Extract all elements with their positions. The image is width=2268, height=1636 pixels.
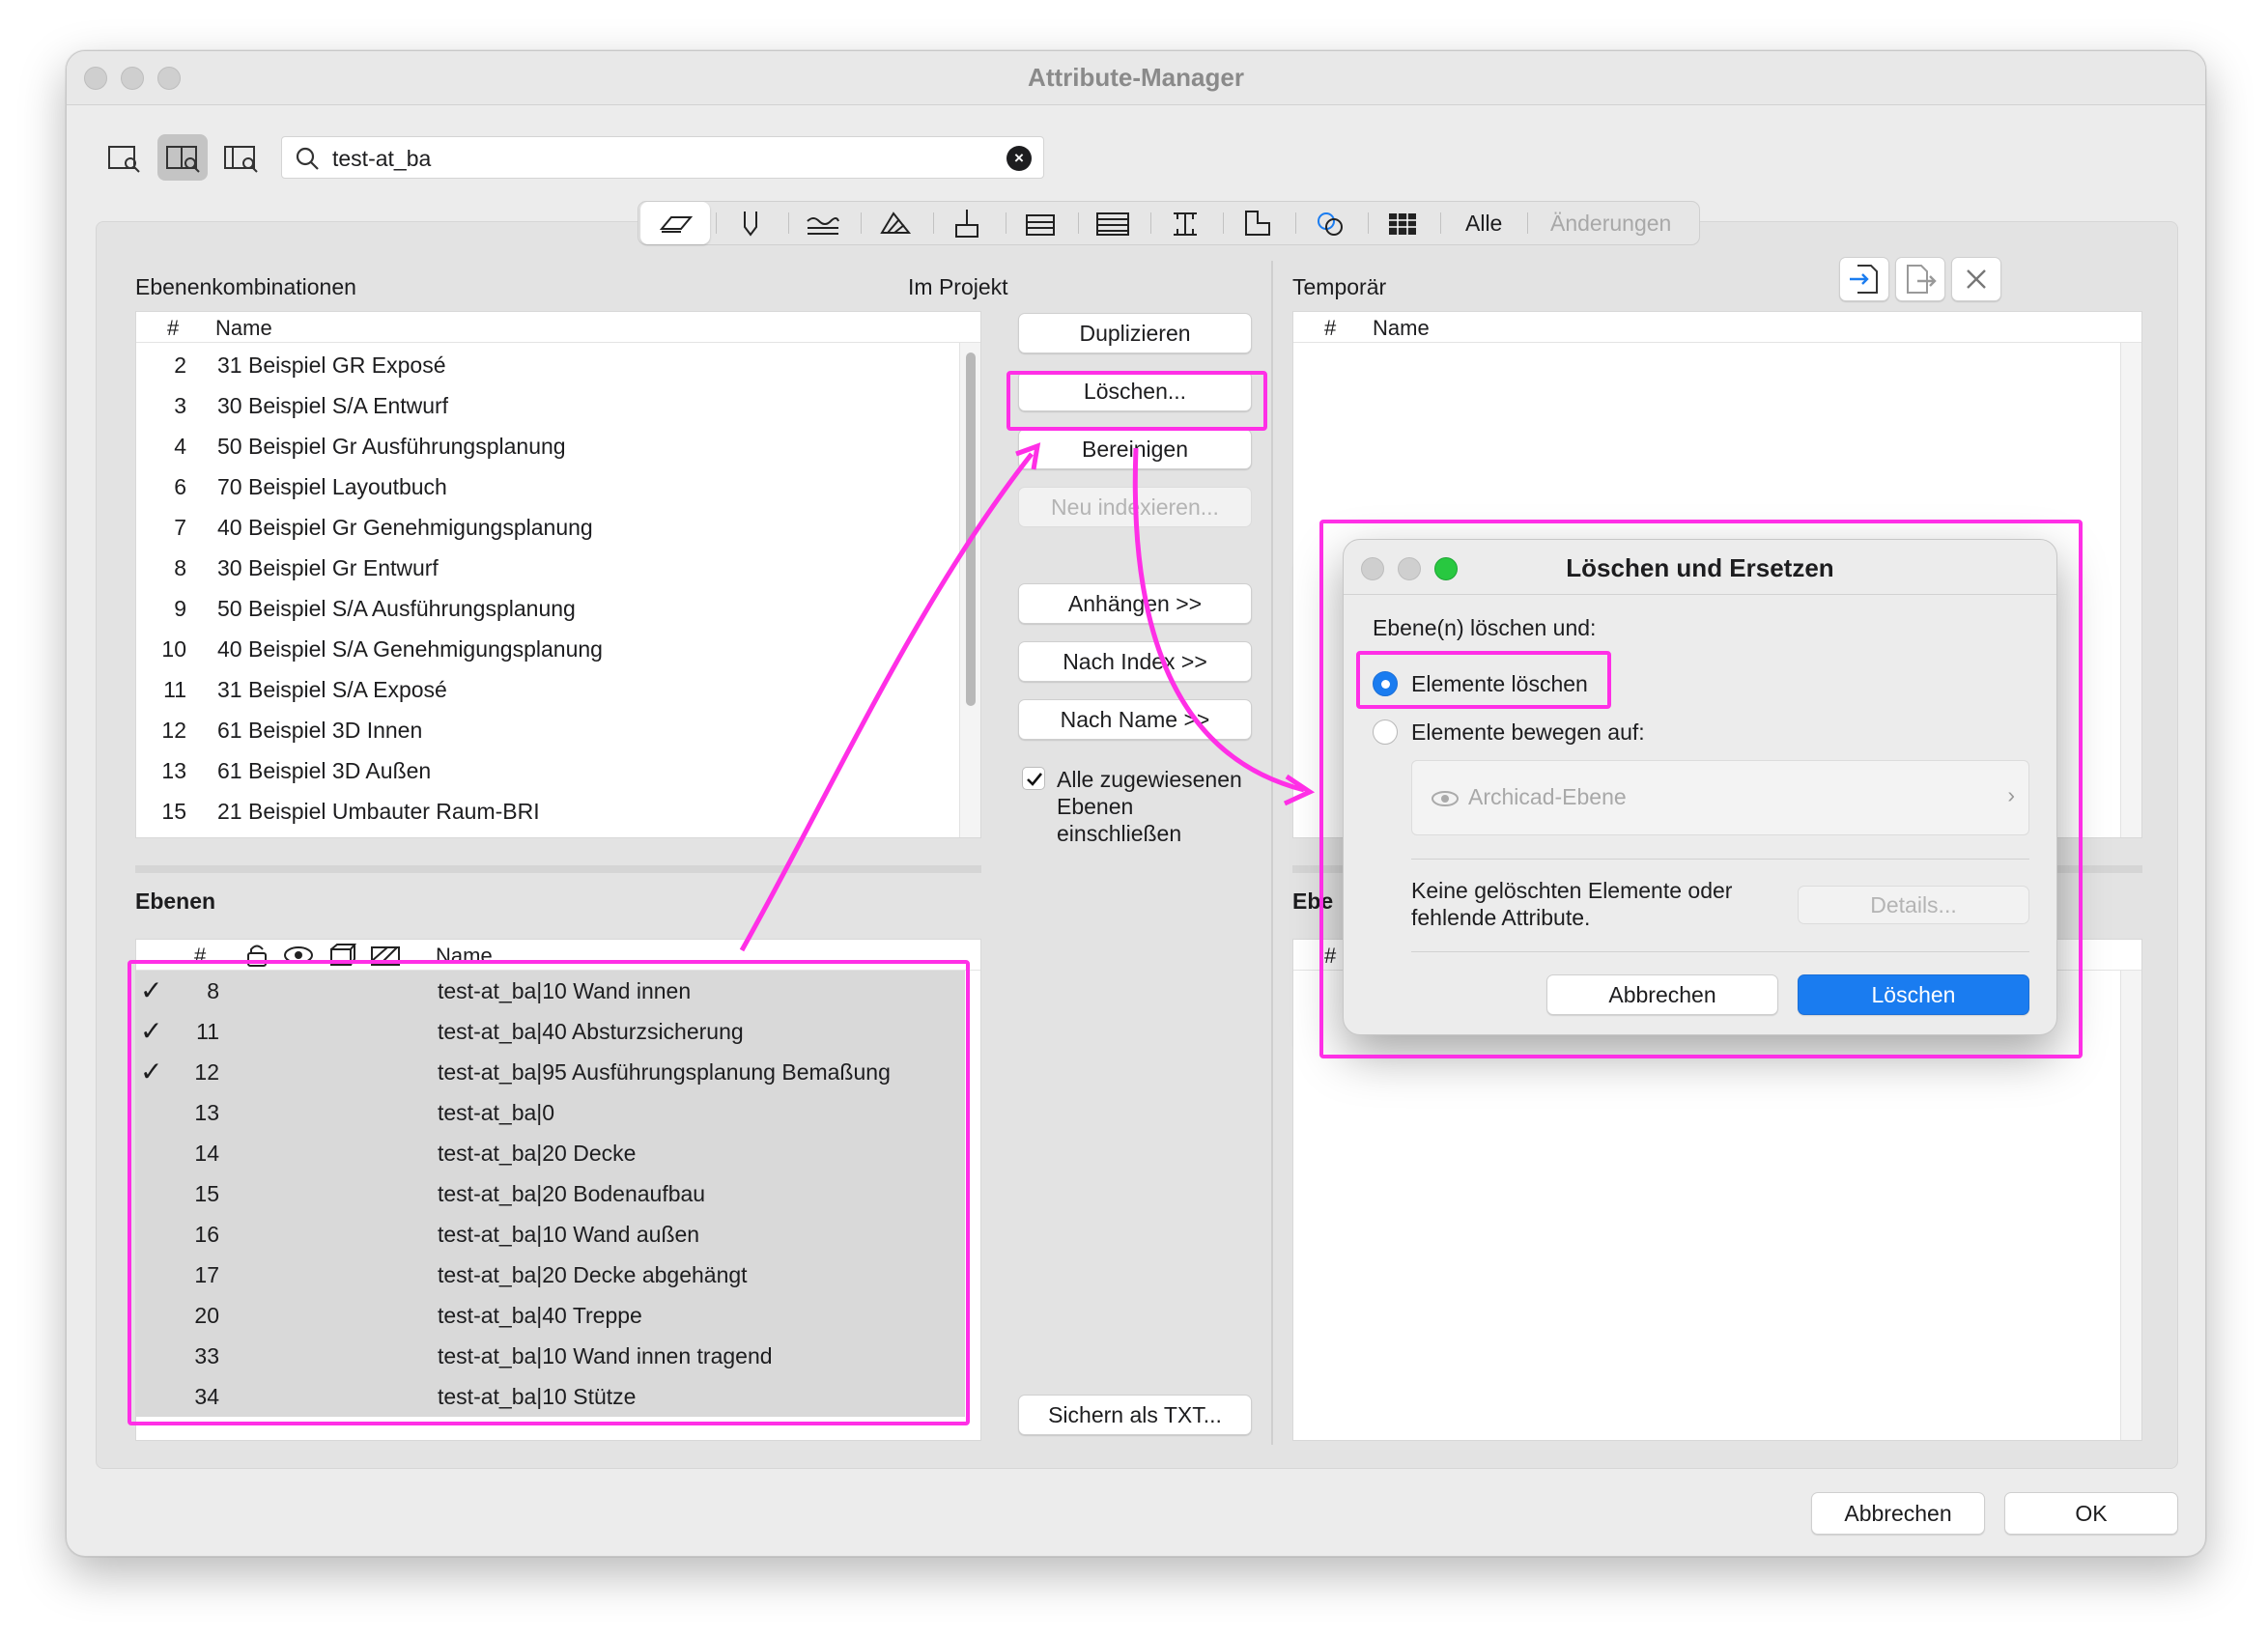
annotation-arrows xyxy=(739,442,1316,952)
arrow-to-dialog xyxy=(1132,447,1305,793)
arrow-to-delete-button xyxy=(739,452,1034,952)
